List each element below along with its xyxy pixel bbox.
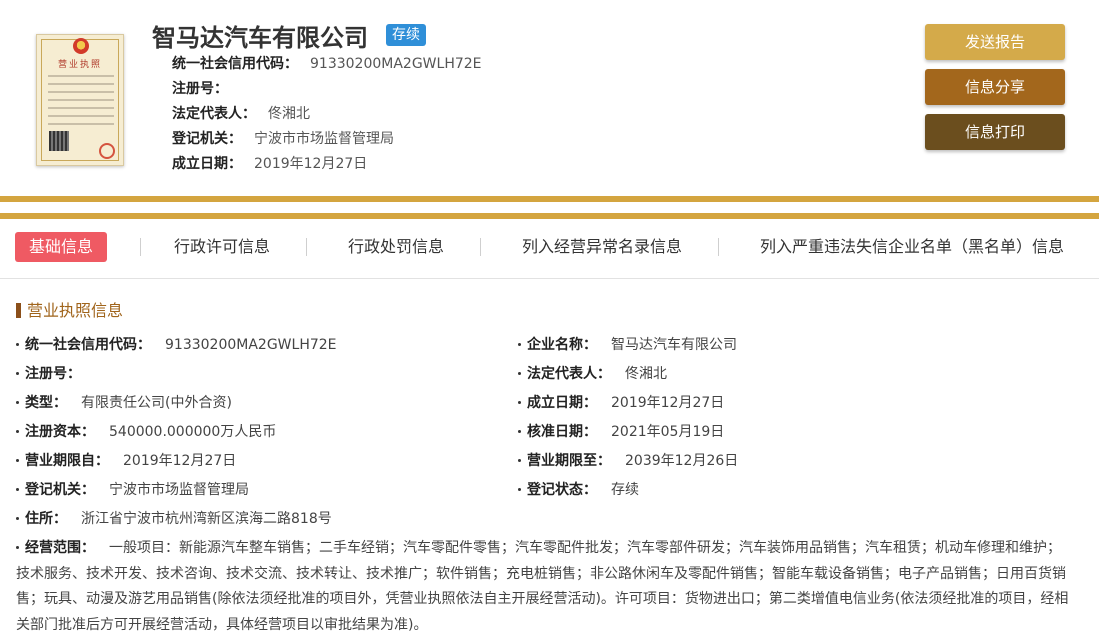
field-label: 成立日期： [172,156,242,172]
field-label: 注册号： [172,81,228,97]
field-term-to: 营业期限至： 2039年12月26日 [518,451,738,471]
tab-blacklist[interactable]: 列入严重违法失信企业名单（黑名单）信息 [760,232,1064,262]
header-credit-code: 统一社会信用代码： 91330200MA2GWLH72E [172,54,482,74]
field-type: 类型： 有限责任公司(中外合资) [16,393,232,413]
header-legal-rep: 法定代表人： 佟湘北 [172,104,310,124]
bullet-icon [518,459,521,462]
field-label: 营业期限自： [25,453,109,469]
field-company-name: 企业名称： 智马达汽车有限公司 [518,335,737,355]
tabs-underline [0,278,1099,279]
bullet-icon [518,343,521,346]
field-value: 540000.000000万人民币 [109,424,277,440]
national-emblem-icon [73,38,89,54]
field-label: 注册号： [25,366,81,382]
print-info-button[interactable]: 信息打印 [925,114,1065,150]
field-value: 佟湘北 [268,106,310,122]
tab-separator [140,238,141,256]
tab-separator [480,238,481,256]
field-legal-rep: 法定代表人： 佟湘北 [518,364,667,384]
field-value: 智马达汽车有限公司 [611,337,737,353]
field-address: 住所： 浙江省宁波市杭州湾新区滨海二路818号 [16,509,332,529]
tab-separator [718,238,719,256]
company-name: 智马达汽车有限公司 [152,24,368,52]
field-value: 宁波市市场监督管理局 [109,482,249,498]
field-value: 2019年12月27日 [611,395,725,411]
field-value: 91330200MA2GWLH72E [165,337,337,353]
license-text-lines [48,75,114,131]
field-value: 2039年12月26日 [625,453,739,469]
bullet-icon [518,488,521,491]
qr-code-icon [49,131,69,151]
field-value: 宁波市市场监督管理局 [254,131,394,147]
bullet-icon [16,430,19,433]
field-business-scope: 经营范围： 一般项目：新能源汽车整车销售；二手车经销；汽车零配件零售；汽车零配件批… [16,536,1072,638]
field-credit-code: 统一社会信用代码： 91330200MA2GWLH72E [16,335,337,355]
header-reg-authority: 登记机关： 宁波市市场监督管理局 [172,129,394,149]
field-value: 浙江省宁波市杭州湾新区滨海二路818号 [81,511,332,527]
field-approval-date: 核准日期： 2021年05月19日 [518,422,724,442]
field-label: 法定代表人： [172,106,256,122]
field-value: 2019年12月27日 [123,453,237,469]
official-seal-icon [99,143,115,159]
field-label: 成立日期： [527,395,597,411]
bullet-icon [518,430,521,433]
bullet-icon [16,401,19,404]
field-value: 91330200MA2GWLH72E [310,56,482,72]
field-value: 有限责任公司(中外合资) [81,395,232,411]
bullet-icon [16,546,19,549]
field-label: 统一社会信用代码： [25,337,151,353]
divider-gold-bottom [0,213,1099,219]
field-label: 住所： [25,511,67,527]
section-title: 营业执照信息 [16,297,123,321]
header-established-date: 成立日期： 2019年12月27日 [172,154,367,174]
field-label: 企业名称： [527,337,597,353]
field-reg-number: 注册号： [16,364,95,384]
field-value: 2021年05月19日 [611,424,725,440]
field-established-date: 成立日期： 2019年12月27日 [518,393,724,413]
business-license-image[interactable]: 营业执照 [36,34,124,166]
license-thumb-title: 营业执照 [57,60,102,70]
field-reg-capital: 注册资本： 540000.000000万人民币 [16,422,276,442]
tab-abnormal-operation[interactable]: 列入经营异常名录信息 [522,232,682,262]
field-term-from: 营业期限自： 2019年12月27日 [16,451,236,471]
status-badge: 存续 [386,24,426,46]
info-tabs: 基础信息 行政许可信息 行政处罚信息 列入经营异常名录信息 列入严重违法失信企业… [0,230,1099,266]
divider-gold-top [0,196,1099,202]
tab-separator [306,238,307,256]
field-reg-status: 登记状态： 存续 [518,480,639,500]
section-title-bar [16,303,21,318]
field-value: 佟湘北 [625,366,667,382]
field-value: 2019年12月27日 [254,156,368,172]
bullet-icon [16,372,19,375]
bullet-icon [518,401,521,404]
send-report-button[interactable]: 发送报告 [925,24,1065,60]
field-label: 经营范围： [25,540,95,556]
bullet-icon [16,488,19,491]
header-reg-number: 注册号： [172,79,240,99]
field-label: 登记机关： [25,482,95,498]
field-label: 营业期限至： [527,453,611,469]
company-header: 营业执照 智马达汽车有限公司 存续 统一社会信用代码： 91330200MA2GW… [0,0,1099,196]
share-info-button[interactable]: 信息分享 [925,69,1065,105]
field-value: 一般项目：新能源汽车整车销售；二手车经销；汽车零配件零售；汽车零配件批发；汽车零… [16,540,1069,633]
bullet-icon [16,459,19,462]
field-label: 统一社会信用代码： [172,56,298,72]
tab-basic-info[interactable]: 基础信息 [15,232,108,262]
field-label: 核准日期： [527,424,597,440]
bullet-icon [16,517,19,520]
section-title-text: 营业执照信息 [27,301,124,320]
field-label: 登记状态： [527,482,597,498]
field-label: 法定代表人： [527,366,611,382]
tab-admin-penalty[interactable]: 行政处罚信息 [348,232,444,262]
field-label: 登记机关： [172,131,242,147]
bullet-icon [518,372,521,375]
field-label: 注册资本： [25,424,95,440]
tab-admin-license[interactable]: 行政许可信息 [174,232,270,262]
field-label: 类型： [25,395,67,411]
bullet-icon [16,343,19,346]
field-reg-authority: 登记机关： 宁波市市场监督管理局 [16,480,249,500]
field-value: 存续 [611,482,639,498]
